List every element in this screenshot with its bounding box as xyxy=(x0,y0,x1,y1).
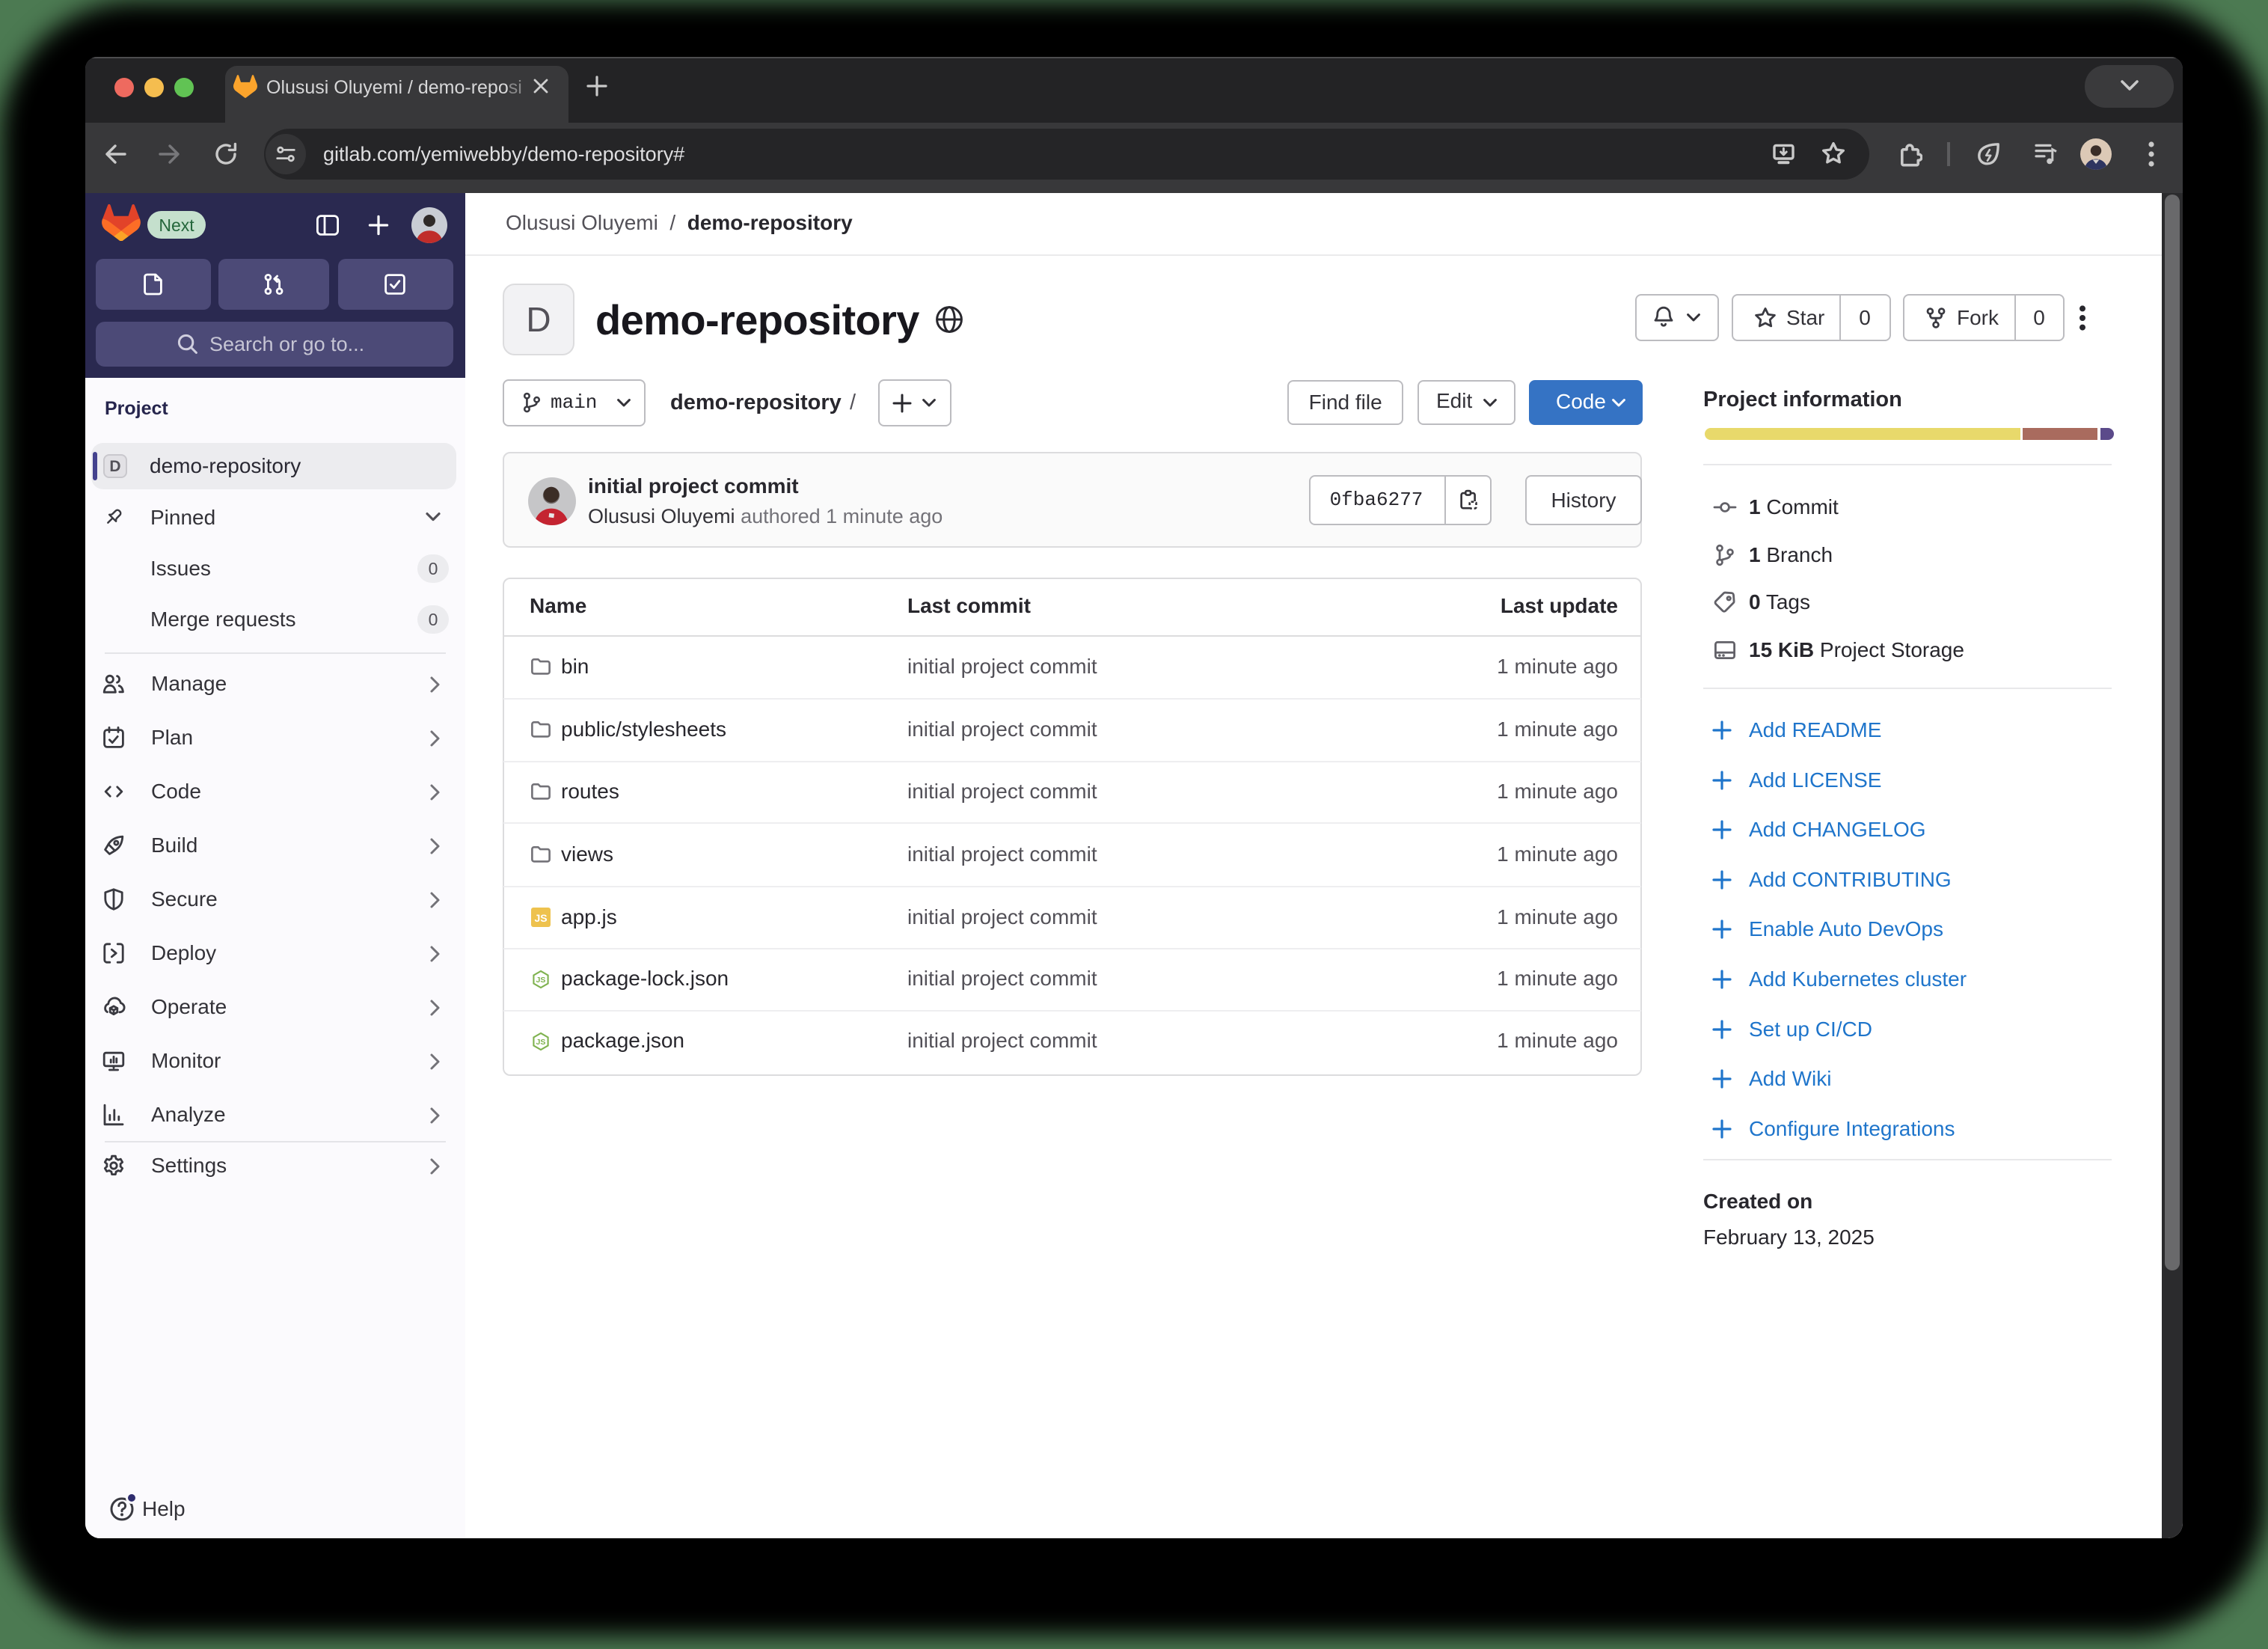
svg-text:JS: JS xyxy=(536,976,546,985)
svg-text:JS: JS xyxy=(536,1038,546,1047)
